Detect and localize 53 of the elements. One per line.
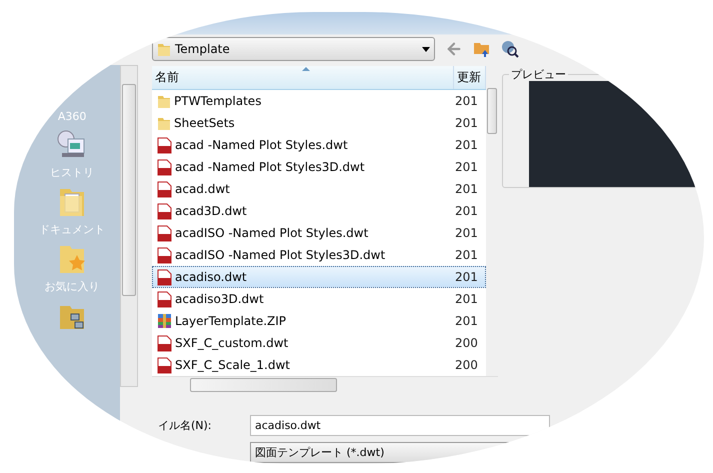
folder-icon: [157, 94, 171, 108]
file-name: PTWTemplates: [174, 94, 262, 108]
template-file-icon: [157, 136, 172, 154]
template-file-icon: [157, 224, 172, 242]
back-icon[interactable]: [445, 40, 463, 58]
template-file-icon: [157, 356, 172, 374]
date-cell-text: 201: [455, 248, 479, 262]
location-dropdown[interactable]: Template: [152, 37, 435, 61]
date-cell-text: 201: [455, 204, 479, 218]
file-name: acadISO -Named Plot Styles.dwt: [175, 226, 368, 240]
scrollbar[interactable]: [120, 65, 138, 387]
file-name: acad -Named Plot Styles.dwt: [175, 138, 348, 152]
sort-arrow-icon: [302, 67, 310, 71]
globe-search-icon[interactable]: [501, 40, 519, 58]
date-cell-text: 201: [455, 116, 479, 130]
filename-field[interactable]: acadiso.dwt: [250, 415, 550, 436]
date-cell-text: 201: [455, 292, 479, 306]
preview-label: プレビュー: [509, 67, 568, 82]
date-cell-text: 201: [455, 182, 479, 196]
date-cell-text: 201: [455, 160, 479, 174]
template-file-icon: [157, 246, 172, 264]
date-cell-text: 201: [455, 94, 479, 108]
template-file-icon: [157, 158, 172, 176]
file-name: acad -Named Plot Styles3D.dwt: [175, 160, 365, 174]
file-name: SXF_C_Scale_1.dwt: [175, 358, 290, 372]
folder-up-icon[interactable]: [473, 40, 491, 58]
date-cell-text: 201: [455, 314, 479, 328]
date-cell-text: 201: [455, 138, 479, 152]
template-file-icon: [157, 334, 172, 352]
date-cell-text: 201: [455, 226, 479, 240]
file-name: LayerTemplate.ZIP: [175, 314, 286, 328]
file-name: SheetSets: [174, 116, 235, 130]
date-cell-text: 200: [455, 336, 479, 350]
file-row[interactable]: acadiso.dwt 201: [152, 266, 486, 288]
file-name: acad3D.dwt: [175, 204, 247, 218]
template-file-icon: [157, 202, 172, 220]
date-cell-text: 201: [455, 270, 479, 284]
star-folder-icon: [57, 243, 88, 275]
archive-icon: [157, 313, 172, 329]
file-name: acadiso.dwt: [175, 270, 247, 284]
folder-icon: [157, 116, 171, 130]
template-file-icon: [157, 180, 172, 198]
file-name: acadISO -Named Plot Styles3D.dwt: [175, 248, 386, 262]
file-name: acad.dwt: [175, 182, 230, 196]
template-file-icon: [157, 268, 172, 286]
file-name: acadiso3D.dwt: [175, 292, 264, 306]
filename-label: イル名(N):: [158, 418, 213, 433]
file-name: SXF_C_custom.dwt: [175, 336, 288, 350]
caret-icon: [422, 46, 430, 52]
folder-icon: [157, 42, 171, 56]
date-cell-text: 200: [455, 358, 479, 372]
template-file-icon: [157, 290, 172, 308]
folder-name: Template: [175, 42, 231, 56]
